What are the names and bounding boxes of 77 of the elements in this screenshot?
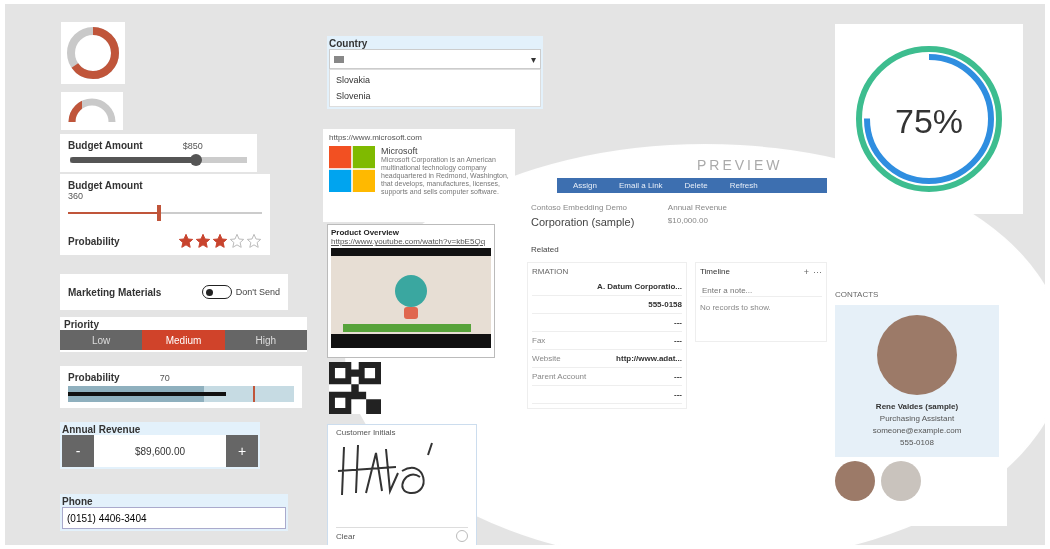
slider-thumb[interactable]	[157, 205, 162, 221]
option-button[interactable]: Medium	[142, 330, 225, 350]
slider-track[interactable]	[70, 154, 247, 166]
field-value: http://www.adat...	[616, 354, 682, 363]
empty-message: No records to show.	[700, 303, 772, 312]
filled-star-icon[interactable]	[178, 233, 194, 249]
toolbar-button[interactable]: Delete	[678, 180, 714, 191]
empty-star-icon[interactable]	[246, 233, 262, 249]
field-value: ---	[674, 390, 682, 399]
filled-star-icon[interactable]	[212, 233, 228, 249]
slider-thumb[interactable]	[189, 154, 202, 166]
toggle-label: Don't Send	[235, 287, 280, 297]
phone-field[interactable]: (0151) 4406-3404	[62, 507, 286, 529]
field-label: Country	[329, 38, 369, 49]
more-button[interactable]: ···	[813, 267, 822, 277]
preview-title: Microsoft	[381, 146, 419, 156]
toggle-switch[interactable]	[201, 285, 232, 299]
contacts-title: CONTACTS	[835, 290, 880, 299]
option-button[interactable]: High	[224, 330, 307, 350]
field-label: Budget Amount	[68, 140, 143, 151]
record-title: Corporation (sample)	[531, 216, 635, 228]
dropdown-option[interactable]: Slovenia	[336, 88, 534, 104]
avatar	[881, 461, 921, 501]
related-tab[interactable]: Related	[527, 245, 563, 254]
preview-watermark: PREVIEW	[697, 157, 783, 173]
field-label: Budget Amount	[68, 180, 144, 191]
contact-role: Purchasing Assistant	[879, 414, 955, 423]
target-marker	[253, 386, 256, 402]
contact-name: Rene Valdes (sample)	[875, 402, 959, 411]
field-label: Fax	[532, 336, 546, 345]
field-label: Probability	[68, 235, 120, 247]
add-button[interactable]: +	[803, 267, 809, 277]
section-title: RMATION	[532, 267, 570, 276]
breadcrumb: Contoso Embedding Demo	[531, 203, 629, 212]
bullet-value: 70	[159, 372, 170, 383]
video-title: Product Overview	[331, 228, 401, 237]
link-url[interactable]: https://www.microsoft.com	[329, 133, 509, 142]
field-value: ---	[674, 336, 682, 345]
header-value: $10,000.00	[667, 216, 709, 225]
toolbar-button[interactable]: Assign	[567, 180, 603, 191]
flag-icon	[334, 55, 344, 63]
field-value: 555-0158	[648, 300, 682, 309]
field-label: Probability	[68, 372, 120, 383]
clear-link[interactable]: Clear	[336, 531, 356, 541]
field-label: Website	[532, 354, 561, 363]
slider-value: 360	[68, 191, 85, 201]
slider-value: $850	[182, 140, 203, 151]
increment-button[interactable]: +	[226, 435, 258, 467]
qr-code-icon	[329, 362, 381, 414]
avatar	[835, 461, 875, 501]
country-dropdown[interactable]: ▾	[329, 49, 541, 69]
star-rating[interactable]	[178, 233, 262, 249]
progress-value: 75%	[893, 102, 965, 141]
option-button[interactable]: Low	[60, 330, 143, 350]
four-squares-logo	[329, 146, 375, 192]
decrement-button[interactable]: -	[62, 435, 94, 467]
video-url[interactable]: https://www.youtube.com/watch?v=kbE5Qq	[331, 237, 491, 246]
filled-star-icon[interactable]	[195, 233, 211, 249]
field-value: ---	[674, 372, 682, 381]
toolbar-button[interactable]: Refresh	[723, 180, 764, 191]
field-label: Priority	[63, 319, 100, 330]
contact-email: someone@example.com	[872, 426, 962, 435]
field-value: ---	[674, 318, 682, 327]
number-field[interactable]: $89,600.00	[94, 445, 226, 457]
field-value: A. Datum Corporatio...	[597, 282, 682, 291]
dropdown-arrow[interactable]: ▾	[531, 53, 536, 65]
toolbar-button[interactable]: Email a Link	[613, 180, 669, 191]
contact-phone: 555-0108	[900, 438, 934, 447]
field-label: Annual Revenue	[62, 424, 142, 435]
field-label: Phone	[62, 496, 94, 507]
note-field[interactable]: Enter a note...	[700, 285, 822, 297]
field-label: Parent Account	[532, 372, 587, 381]
field-label: Customer Initials	[336, 428, 397, 437]
dropdown-option[interactable]: Slovakia	[336, 72, 534, 88]
timeline-title: Timeline	[700, 267, 730, 277]
header-label: Annual Revenue	[667, 203, 727, 212]
field-label: Marketing Materials	[68, 286, 162, 298]
